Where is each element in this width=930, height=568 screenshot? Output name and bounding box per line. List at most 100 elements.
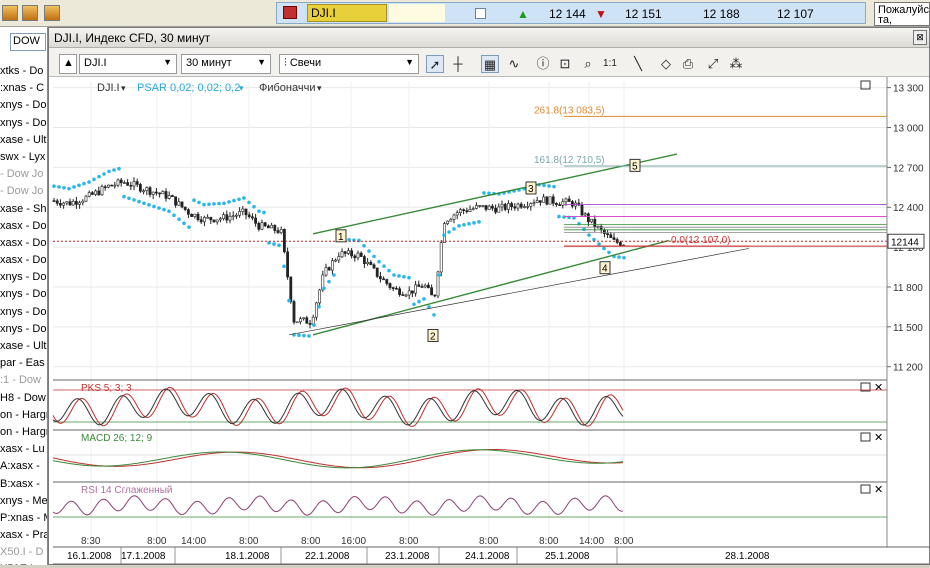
pattern-icon[interactable]: ⁂ (727, 55, 745, 73)
quote-row[interactable]: DJI.I ▲ 12 144 ▼ 12 151 12 188 12 107 (276, 2, 866, 24)
list-item[interactable]: xasx - Do (0, 218, 47, 235)
list-item[interactable]: xtks - Do (0, 63, 47, 80)
psar-dot (302, 333, 306, 338)
grid-icon[interactable]: ▦ (481, 55, 499, 73)
magnifier-icon[interactable]: ⌕ (579, 55, 597, 73)
list-item[interactable]: - Dow Jo (0, 183, 47, 200)
candle-body (586, 213, 590, 223)
candle-body (420, 286, 424, 288)
chart-toolbar: ▲ DJI.I ▼ 30 минут ▼ ⫶ Свечи ▼ ➚ ┼ ▦ ∿ ⓘ ⊡ … (49, 50, 929, 76)
candle-body (513, 206, 517, 209)
list-item[interactable]: xnys - Me (0, 493, 47, 510)
list-item[interactable]: xasx - Lu (0, 441, 47, 458)
psar-dot (562, 215, 566, 219)
chart-type-select[interactable]: ⫶ Свечи ▼ (279, 54, 419, 74)
price-label: 12 700 (893, 163, 924, 174)
list-item[interactable]: xnys - Do (0, 321, 47, 338)
info-icon[interactable]: ⓘ (534, 55, 552, 73)
symbol-select[interactable]: DJI.I ▼ (79, 54, 177, 74)
eraser-icon[interactable]: ◇ (657, 55, 675, 73)
candle-body (110, 184, 114, 187)
indicator-icon[interactable]: ∿ (505, 55, 523, 73)
chart-svg[interactable]: DJI.I ▾ PSAR 0,02; 0,02; 0,2▾ Фибоначчи ▾261… (49, 77, 929, 565)
print-icon[interactable]: ⎙ (679, 55, 697, 73)
list-item[interactable]: swx - Lyx (0, 149, 47, 166)
candle-body (94, 190, 98, 195)
candle-body (375, 267, 379, 277)
list-item[interactable]: :xnas - C (0, 80, 47, 97)
quote-low: 12 107 (777, 7, 814, 21)
list-item[interactable]: xnys - Do (0, 115, 47, 132)
list-item[interactable]: B:xasx - (0, 476, 47, 493)
price-label: 11 500 (893, 323, 923, 334)
list-item[interactable]: xasx - Pra (0, 527, 47, 544)
scale-1-1-icon[interactable]: 1:1 (601, 55, 619, 73)
list-item[interactable]: - Dow Jo (0, 166, 47, 183)
psar-dot (67, 186, 71, 191)
app-icon-2[interactable] (22, 5, 38, 21)
candle-body (359, 252, 363, 257)
price-label: 12 400 (893, 203, 924, 214)
psar-dot (257, 209, 261, 214)
list-item[interactable]: A:xasx - (0, 458, 47, 475)
psar-dot (232, 198, 236, 203)
period-select[interactable]: 30 минут ▼ (181, 54, 271, 74)
close-icon[interactable]: ⊠ (913, 30, 927, 45)
list-item[interactable]: :1 - Dow (0, 372, 47, 389)
list-item[interactable]: xase - Sh (0, 201, 47, 218)
line-tool-icon[interactable]: ╲ (629, 55, 647, 73)
candle-body (302, 317, 306, 320)
expand-icon[interactable]: ⤢ (704, 55, 722, 73)
candle-body (52, 200, 56, 202)
app-icon-3[interactable] (44, 5, 60, 21)
list-item[interactable]: xnys - Do (0, 269, 47, 286)
candle-body (126, 182, 130, 186)
psar-dot (372, 254, 376, 259)
zoom-area-icon[interactable]: ⊡ (556, 55, 574, 73)
list-item[interactable]: xnys - Do (0, 97, 47, 114)
psar-dot (602, 246, 606, 251)
list-item[interactable]: xnys - Do (0, 304, 47, 321)
candle-body (452, 214, 456, 220)
window-titlebar[interactable]: DJI.I, Индекс CFD, 30 минут ⊠ (49, 28, 929, 48)
chart-area[interactable]: DJI.I ▾ PSAR 0,02; 0,02; 0,2 ▾ Фибоначчи ▾ 261… (49, 76, 929, 565)
candle-body (283, 228, 286, 253)
list-item[interactable]: xasx - Do (0, 252, 47, 269)
candle-body (362, 256, 366, 264)
psar-dot (397, 274, 401, 278)
list-item[interactable]: xase - Ult (0, 338, 47, 355)
candle-body (171, 195, 174, 197)
list-item[interactable]: P:xnas - M (0, 510, 47, 527)
list-item[interactable]: X50.I - D (0, 544, 47, 561)
list-item[interactable]: xnys - Do (0, 286, 47, 303)
psar-dot (237, 197, 241, 202)
chevron-down-icon: ▼ (257, 57, 266, 67)
candle-body (267, 225, 270, 229)
date-label: 16.1.2008 (67, 551, 112, 562)
candle-body (423, 284, 427, 288)
close-icon: ✕ (874, 484, 883, 496)
candle-body (324, 267, 328, 276)
list-item[interactable]: xasx - Do (0, 235, 47, 252)
candle-body (257, 222, 261, 230)
crosshair-icon[interactable]: ┼ (449, 55, 467, 73)
list-item[interactable]: on - Hargr (0, 424, 47, 441)
candle-body (279, 228, 283, 233)
list-item[interactable]: H8 - Dow (0, 390, 47, 407)
candle-body (196, 213, 200, 220)
quote-checkbox[interactable] (475, 8, 486, 19)
price-label: 11 800 (893, 283, 923, 294)
app-icon-1[interactable] (2, 5, 18, 21)
list-item[interactable]: xase - Ult (0, 132, 47, 149)
quote-bid: 12 144 (549, 7, 586, 21)
collapse-button[interactable]: ▲ (59, 54, 77, 74)
list-item[interactable]: X50E.I - (0, 561, 47, 565)
psar-dot (552, 184, 556, 189)
candle-body (308, 323, 312, 325)
axes: 13 30013 00012 70012 40012 10011 80011 5… (53, 77, 929, 565)
search-input[interactable]: DOW (10, 33, 46, 51)
candle-body (62, 202, 66, 206)
list-item[interactable]: on - Hargr (0, 407, 47, 424)
list-item[interactable]: par - Eas (0, 355, 47, 372)
pointer-icon[interactable]: ➚ (426, 55, 444, 73)
